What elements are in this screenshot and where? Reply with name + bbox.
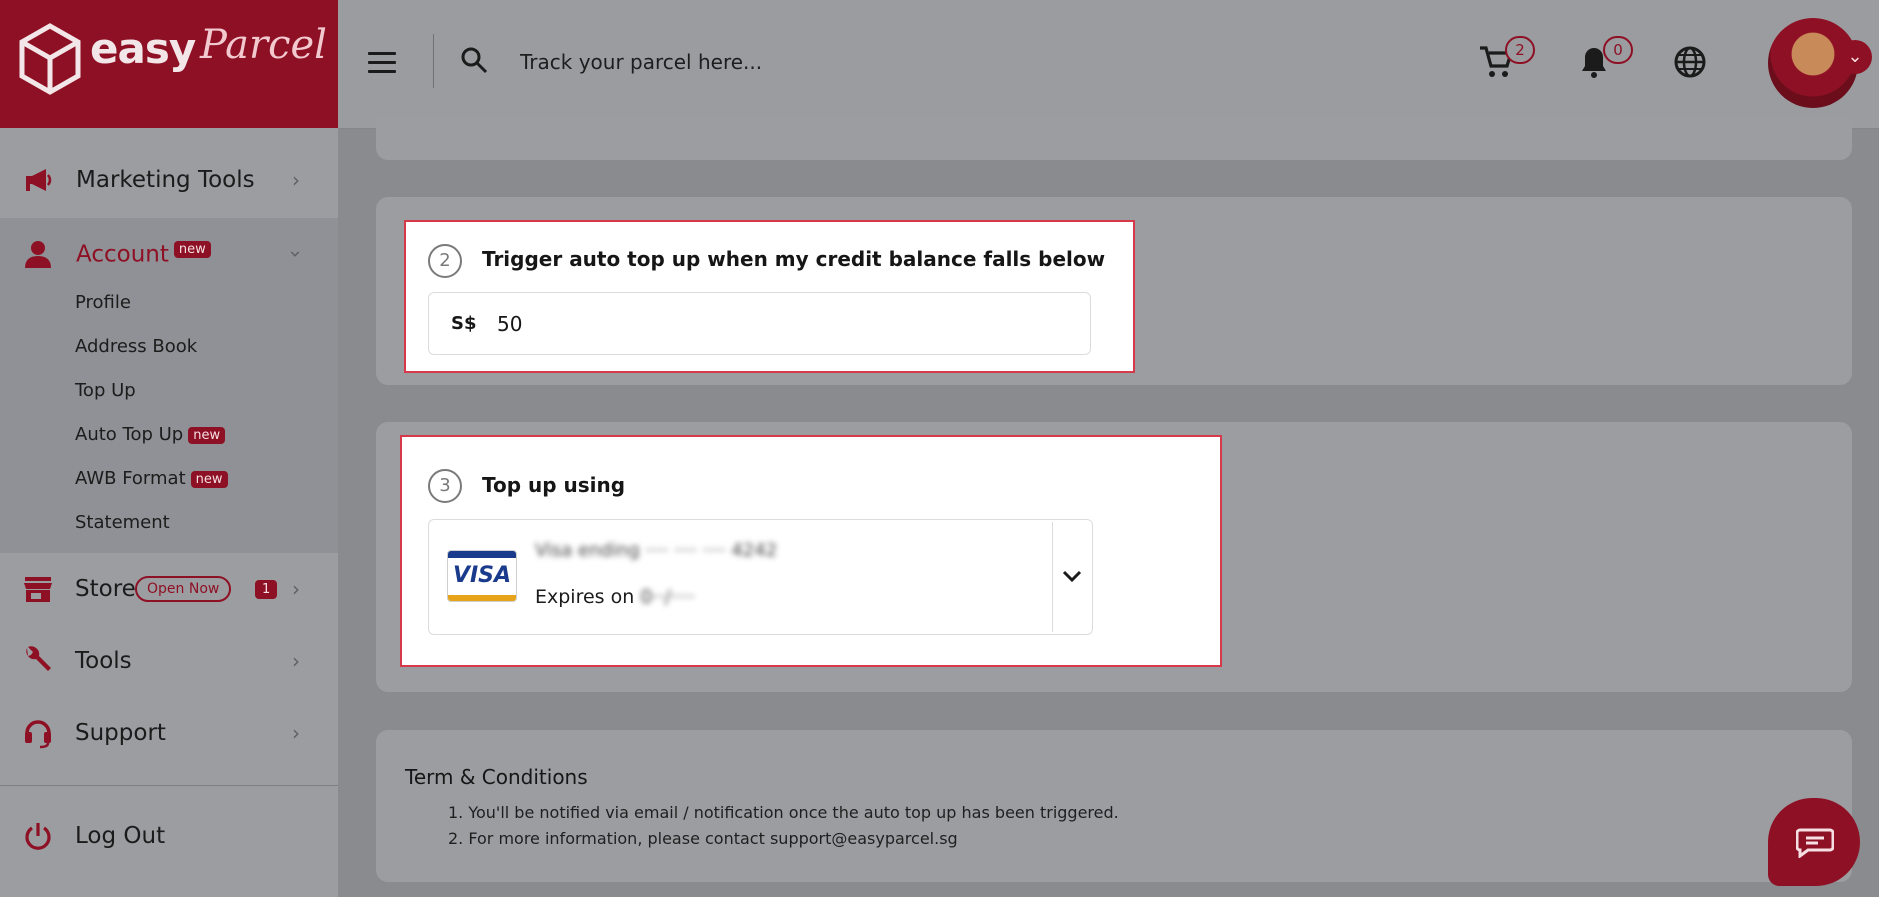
sidebar-item-label: Marketing Tools bbox=[76, 167, 255, 193]
logout-button[interactable]: Log Out bbox=[0, 800, 338, 872]
headset-icon bbox=[22, 717, 54, 749]
step-number: 3 bbox=[428, 469, 462, 503]
sidebar-subitem-top-up[interactable]: Top Up bbox=[75, 380, 136, 401]
account-label: Account bbox=[76, 241, 169, 268]
awb-format-label: AWB Format bbox=[75, 468, 186, 489]
visa-brand-text: VISA bbox=[452, 563, 512, 588]
notification-count-badge: 0 bbox=[1603, 36, 1633, 64]
chevron-down-icon[interactable] bbox=[1061, 568, 1083, 584]
new-badge: new bbox=[173, 240, 211, 258]
step2-title: Trigger auto top up when my credit balan… bbox=[482, 247, 1106, 271]
auto-top-up-label: Auto Top Up bbox=[75, 424, 184, 445]
step3-highlight: 3 Top up using VISA Visa ending ···· ···… bbox=[400, 435, 1222, 667]
step2-highlight: 2 Trigger auto top up when my credit bal… bbox=[404, 220, 1135, 373]
terms-line: 1. You'll be notified via email / notifi… bbox=[448, 803, 1119, 822]
terms-line: 2. For more information, please contact … bbox=[448, 829, 958, 848]
chevron-down-icon: › bbox=[284, 250, 308, 258]
sidebar-subitem-statement[interactable]: Statement bbox=[75, 512, 170, 533]
threshold-amount-value: 50 bbox=[497, 312, 523, 336]
new-badge: new bbox=[188, 426, 226, 444]
brand-name: easy bbox=[90, 24, 196, 73]
megaphone-icon bbox=[22, 164, 54, 196]
logout-label: Log Out bbox=[75, 823, 166, 849]
store-count-badge: 1 bbox=[255, 579, 278, 599]
wrench-icon bbox=[22, 645, 54, 677]
visa-card-icon: VISA bbox=[447, 550, 517, 602]
chevron-right-icon: › bbox=[292, 649, 300, 673]
sidebar-item-store[interactable]: Store Open Now 1 › bbox=[0, 553, 338, 625]
cart-count-badge: 2 bbox=[1505, 36, 1535, 64]
chat-bubble-icon bbox=[1796, 828, 1834, 858]
chevron-down-icon[interactable]: ⌄ bbox=[1838, 40, 1872, 74]
expires-value: 0··/···· bbox=[640, 586, 696, 608]
dropdown-divider bbox=[1052, 522, 1053, 632]
sidebar-subitem-awb-format[interactable]: AWB Format new bbox=[75, 468, 228, 489]
step-number: 2 bbox=[428, 244, 462, 278]
account-section: Account new › Profile Address Book Top Up… bbox=[0, 218, 338, 553]
track-parcel-input[interactable] bbox=[518, 46, 1022, 78]
sidebar-subitem-auto-top-up[interactable]: Auto Top Up new bbox=[75, 424, 226, 445]
top-header bbox=[338, 0, 1879, 129]
sidebar-item-account[interactable]: Account new › bbox=[0, 218, 338, 290]
sidebar-item-label: Store bbox=[75, 576, 136, 602]
card-holder-name: Visa ending ···· ···· ···· 4242 bbox=[535, 540, 778, 561]
new-badge: new bbox=[190, 470, 228, 488]
sidebar-item-label: Support bbox=[75, 720, 166, 746]
store-icon bbox=[22, 573, 54, 605]
sidebar: easy Parcel Marketing Tools › Account new… bbox=[0, 0, 338, 897]
chat-button[interactable] bbox=[1768, 798, 1860, 886]
hamburger-menu-icon[interactable] bbox=[368, 52, 396, 79]
payment-card-select[interactable]: VISA Visa ending ···· ···· ···· 4242 Exp… bbox=[428, 519, 1093, 635]
sidebar-item-marketing-tools[interactable]: Marketing Tools › bbox=[0, 144, 338, 216]
expires-label: Expires on bbox=[535, 586, 635, 608]
sidebar-subitem-profile[interactable]: Profile bbox=[75, 292, 131, 313]
header-divider bbox=[433, 34, 434, 88]
chevron-right-icon: › bbox=[292, 721, 300, 745]
sidebar-item-label: Tools bbox=[75, 648, 132, 674]
globe-icon[interactable] bbox=[1672, 44, 1708, 80]
power-icon bbox=[22, 820, 54, 852]
card-expiry: Expires on 0··/···· bbox=[535, 586, 695, 608]
sidebar-divider bbox=[0, 785, 338, 786]
search-icon bbox=[461, 47, 488, 74]
terms-title: Term & Conditions bbox=[405, 765, 588, 789]
chevron-right-icon: › bbox=[292, 577, 300, 601]
step3-title: Top up using bbox=[482, 473, 626, 497]
brand-logo[interactable]: easy Parcel bbox=[0, 0, 338, 128]
cube-logo-icon bbox=[19, 23, 81, 95]
sidebar-item-support[interactable]: Support › bbox=[0, 697, 338, 769]
open-now-badge: Open Now bbox=[135, 576, 232, 602]
previous-card bbox=[376, 118, 1852, 160]
currency-label: S$ bbox=[451, 313, 477, 334]
chevron-right-icon: › bbox=[292, 168, 300, 192]
person-icon bbox=[22, 238, 54, 270]
brand-script: Parcel bbox=[200, 22, 327, 68]
threshold-amount-field[interactable]: S$ 50 bbox=[428, 292, 1091, 355]
sidebar-subitem-address-book[interactable]: Address Book bbox=[75, 336, 197, 357]
sidebar-item-label: Account new bbox=[76, 240, 211, 268]
sidebar-item-tools[interactable]: Tools › bbox=[0, 625, 338, 697]
